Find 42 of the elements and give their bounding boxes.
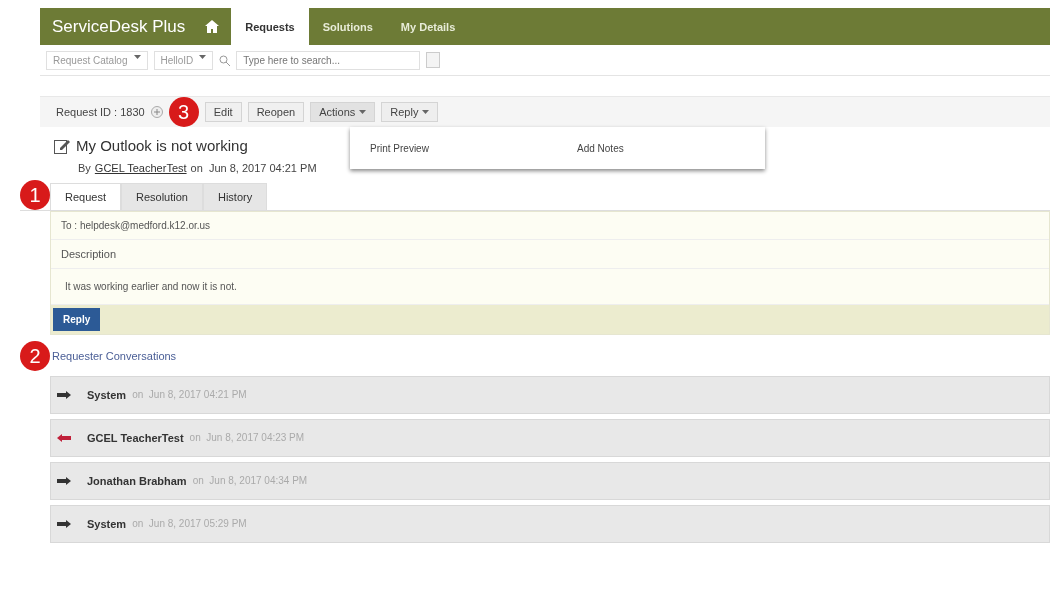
- author-link[interactable]: GCEL TeacherTest: [94, 162, 187, 174]
- conversation-author: GCEL TeacherTest: [87, 432, 184, 444]
- callout-marker: 3: [168, 97, 199, 127]
- menu-item[interactable]: Add Notes: [557, 142, 764, 154]
- search-icon: [219, 54, 231, 66]
- menu-item[interactable]: Print Preview: [350, 142, 557, 154]
- conversation-row[interactable]: GCEL TeacherTest on Jun 8, 2017 04:23 PM: [50, 419, 1050, 457]
- by-label: By: [78, 162, 91, 174]
- home-icon[interactable]: [205, 20, 220, 33]
- conversation-date: on Jun 8, 2017 04:23 PM: [189, 432, 305, 444]
- toolbar-button[interactable]: Actions: [310, 102, 376, 122]
- conversation-date: on Jun 8, 2017 04:34 PM: [192, 475, 308, 487]
- conversation-row[interactable]: Jonathan Brabham on Jun 8, 2017 04:34 PM: [50, 462, 1050, 500]
- plus-icon[interactable]: [150, 106, 163, 118]
- logo: ServiceDesk Plus: [51, 15, 187, 38]
- toolbar-button[interactable]: Reopen: [247, 102, 305, 122]
- recipient: To : helpdesk@medford.k12.or.us: [51, 212, 1049, 240]
- callout-marker: 1: [20, 180, 50, 210]
- tab[interactable]: Request: [50, 183, 121, 210]
- description-label: Description: [51, 240, 1049, 269]
- edit-note-icon: [54, 137, 70, 154]
- search-field[interactable]: Type here to search...: [236, 50, 421, 70]
- caret-icon: [133, 54, 141, 59]
- conversation-author: Jonathan Brabham: [87, 475, 187, 487]
- callout-marker: 2: [20, 341, 50, 371]
- request-title: My Outlook is not working: [76, 137, 248, 154]
- conversation-author: System: [87, 389, 127, 401]
- toolbar-button[interactable]: Edit: [204, 102, 242, 122]
- nav-tab[interactable]: My Details: [386, 8, 470, 45]
- nav-tab[interactable]: Requests: [231, 8, 309, 45]
- caret-icon: [359, 110, 367, 114]
- reply-button[interactable]: Reply: [53, 308, 101, 331]
- conversation-author: System: [87, 518, 127, 530]
- tab[interactable]: Resolution: [121, 183, 203, 210]
- toolbar-button[interactable]: Reply: [381, 102, 439, 122]
- section-title: Requester Conversations: [52, 350, 177, 362]
- caret-icon: [199, 54, 207, 59]
- nav-tab[interactable]: Solutions: [308, 8, 387, 45]
- tab[interactable]: History: [202, 183, 268, 210]
- request-id: Request ID : 1830: [56, 106, 145, 118]
- request-date: on Jun 8, 2017 04:21 PM: [190, 162, 317, 174]
- caret-icon: [422, 110, 430, 114]
